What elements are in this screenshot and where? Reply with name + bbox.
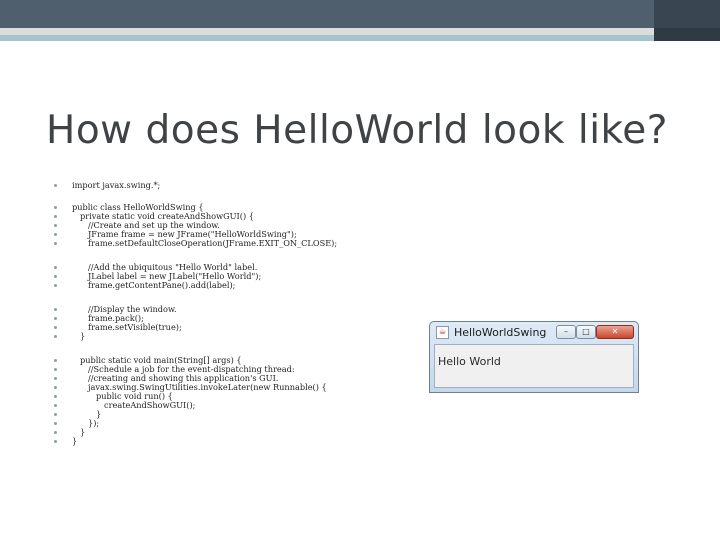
bullet-icon xyxy=(54,395,57,398)
code-line-text: } xyxy=(72,436,78,446)
banner-accent-stripe xyxy=(0,35,720,41)
close-button[interactable]: ✕ xyxy=(596,325,634,339)
maximize-button[interactable]: □ xyxy=(576,325,596,339)
bullet-icon xyxy=(54,266,57,269)
code-line-text: frame.setDefaultCloseOperation(JFrame.EX… xyxy=(88,238,338,248)
banner-corner-stripe xyxy=(654,28,720,41)
code-line-text: } xyxy=(80,427,86,437)
code-line-text: frame.setVisible(true); xyxy=(88,322,182,332)
top-banner xyxy=(0,0,720,28)
bullet-icon xyxy=(54,368,57,371)
bullet-icon xyxy=(54,308,57,311)
bullet-icon xyxy=(54,359,57,362)
code-line-text: frame.getContentPane().add(label); xyxy=(88,280,236,290)
bullet-icon xyxy=(54,224,57,227)
banner-main xyxy=(0,0,654,28)
code-line-text: createAndShowGUI(); xyxy=(104,400,196,410)
code-line-text: import javax.swing.*; xyxy=(72,180,161,190)
bullet-icon xyxy=(54,184,57,187)
bullet-icon xyxy=(54,233,57,236)
code-line-text: }); xyxy=(88,418,100,428)
bullet-icon xyxy=(54,440,57,443)
bullet-icon xyxy=(54,377,57,380)
hello-world-label: Hello World xyxy=(438,355,501,368)
banner-stripe xyxy=(0,28,720,35)
bullet-icon xyxy=(54,215,57,218)
bullet-icon xyxy=(54,317,57,320)
bullet-icon xyxy=(54,413,57,416)
bullet-icon xyxy=(54,284,57,287)
bullet-icon xyxy=(54,431,57,434)
bullet-icon xyxy=(54,275,57,278)
bullet-icon xyxy=(54,326,57,329)
window-content-pane: Hello World xyxy=(434,344,634,388)
bullet-icon xyxy=(54,404,57,407)
bullet-icon xyxy=(54,422,57,425)
bullet-icon xyxy=(54,335,57,338)
code-line-text: } xyxy=(80,331,86,341)
bullet-icon xyxy=(54,242,57,245)
java-icon: ☕ xyxy=(436,326,449,339)
minimize-button[interactable]: – xyxy=(556,325,576,339)
hello-world-swing-window: ☕ HelloWorldSwing – □ ✕ Hello World xyxy=(429,321,639,393)
window-title: HelloWorldSwing xyxy=(454,326,547,339)
window-titlebar[interactable]: ☕ HelloWorldSwing – □ ✕ xyxy=(430,322,638,344)
bullet-icon xyxy=(54,206,57,209)
slide-title: How does HelloWorld look like? xyxy=(46,108,668,153)
bullet-icon xyxy=(54,386,57,389)
banner-corner xyxy=(654,0,720,28)
